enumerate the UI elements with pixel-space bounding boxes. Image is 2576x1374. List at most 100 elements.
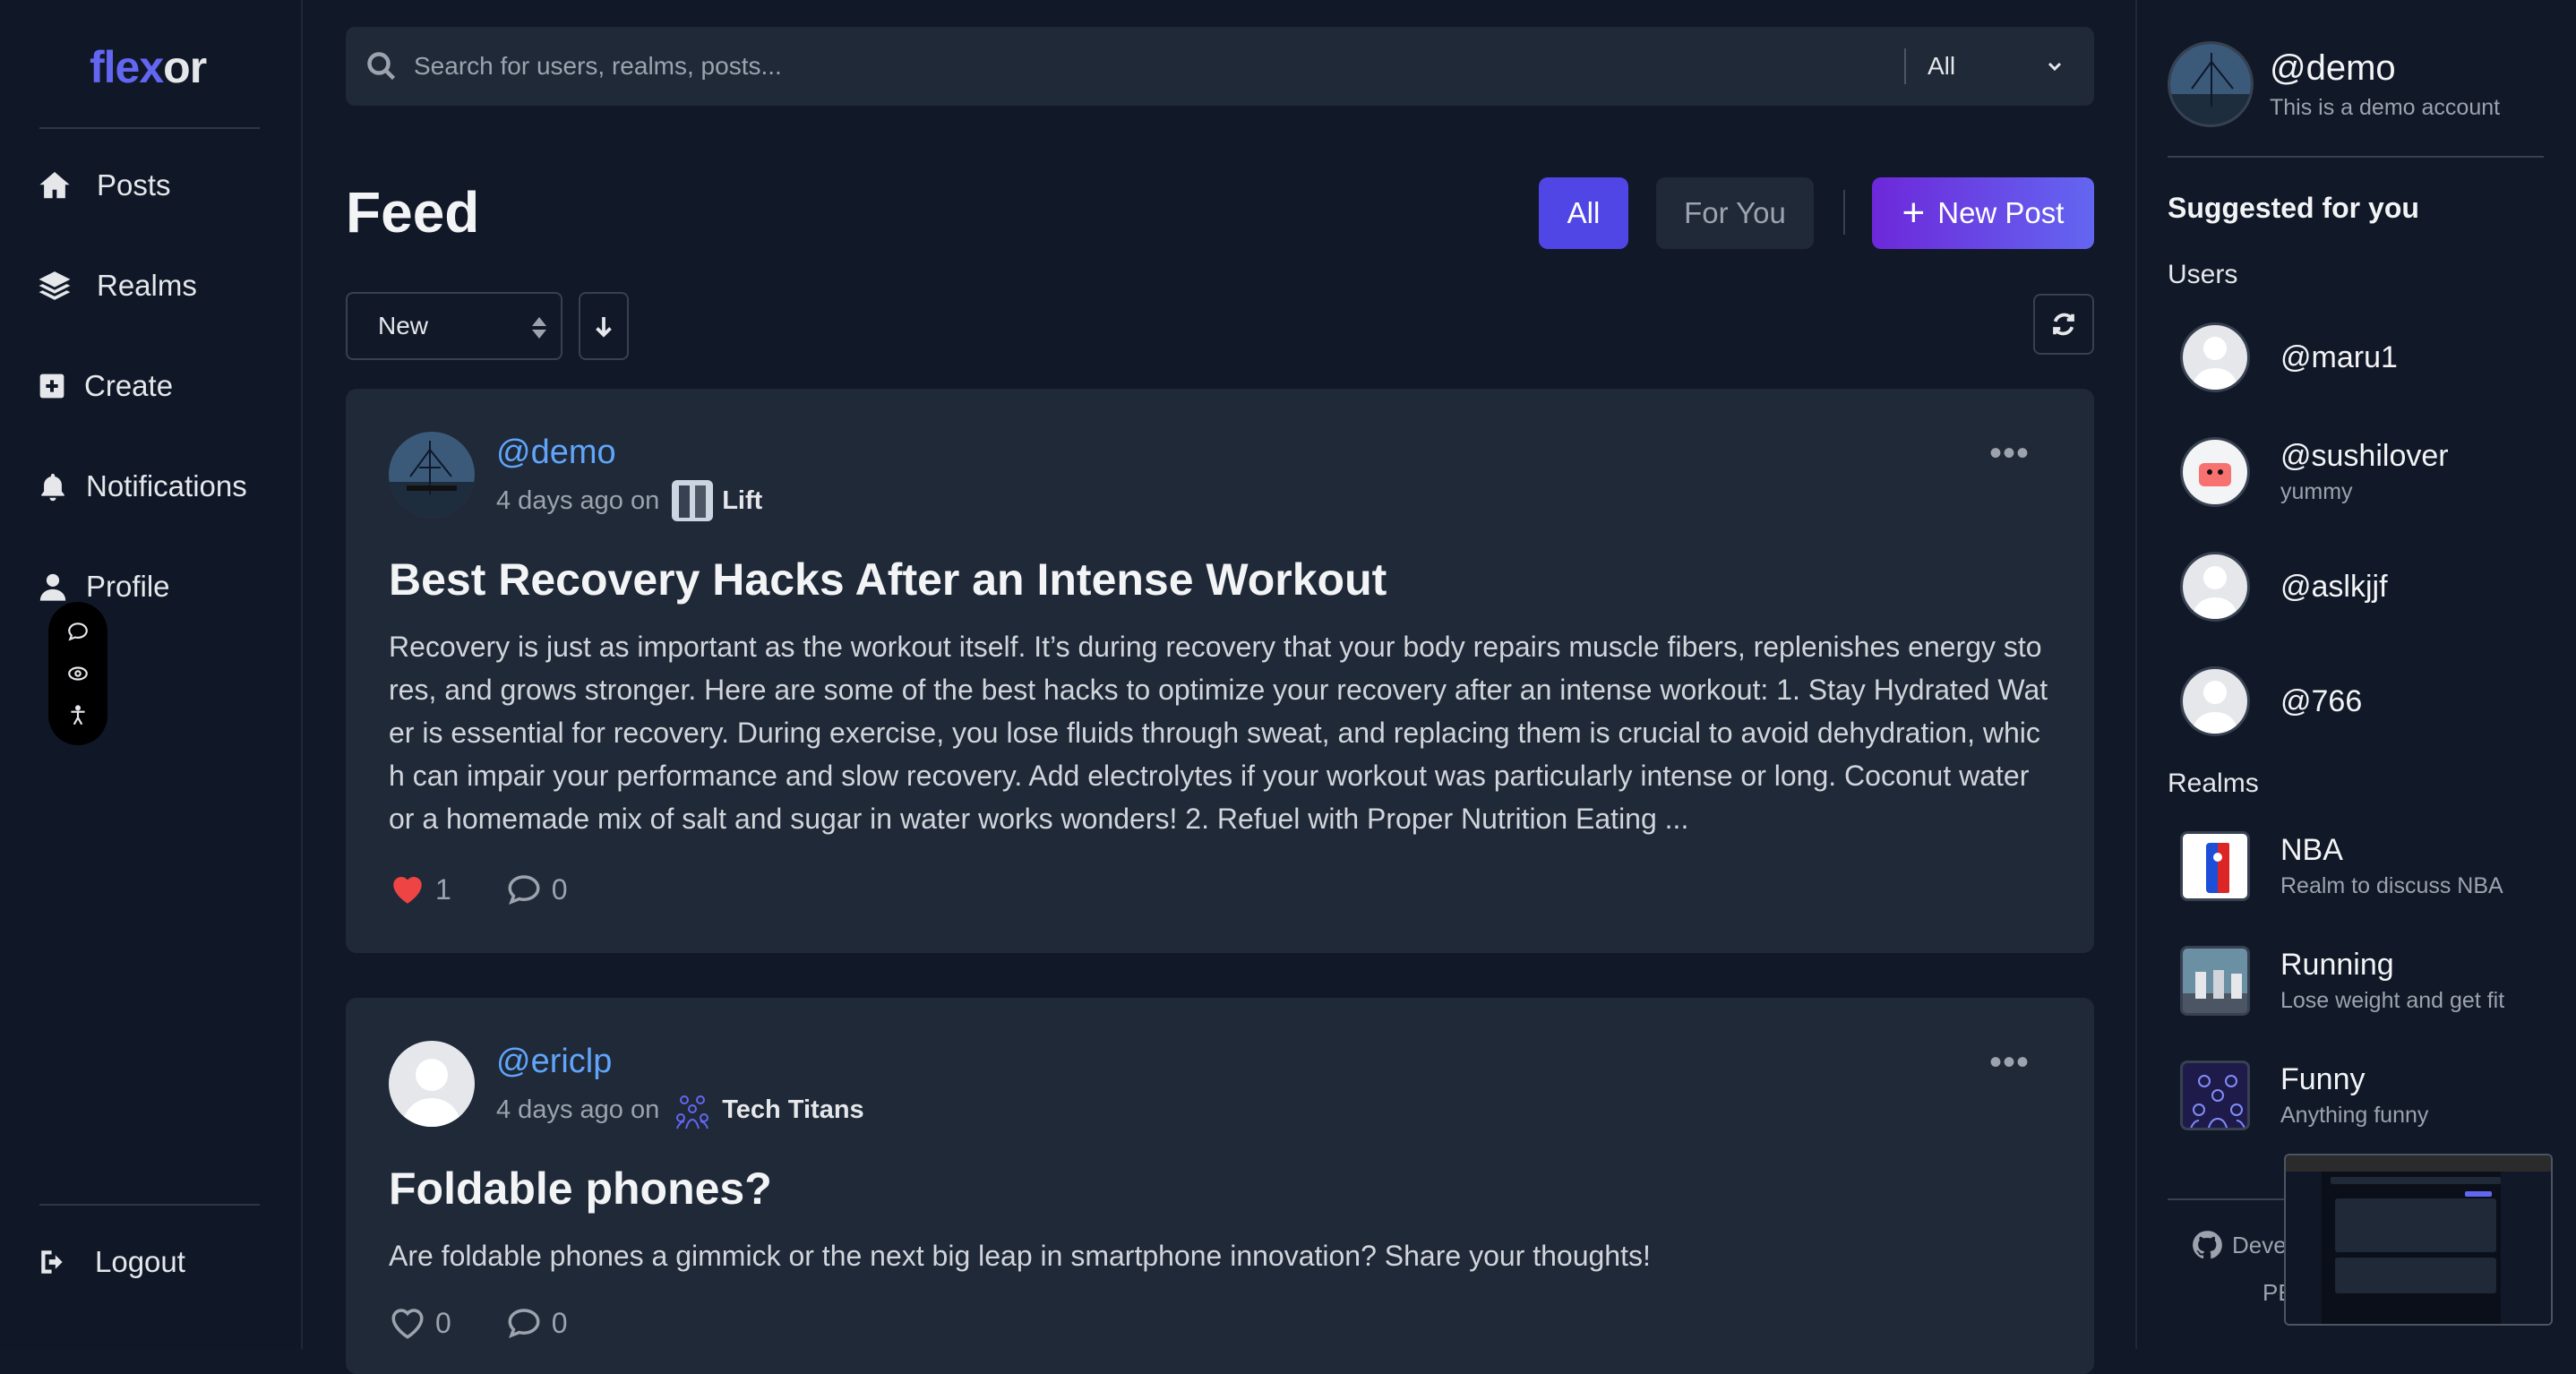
suggested-user[interactable]: @aslkjjf	[2180, 552, 2388, 622]
post-title[interactable]: Best Recovery Hacks After an Intense Wor…	[389, 554, 1387, 605]
sort-select[interactable]: New	[346, 292, 562, 360]
avatar	[2180, 322, 2250, 392]
suggested-user[interactable]: @maru1	[2180, 322, 2398, 392]
user-name: @sushilover	[2280, 439, 2449, 473]
users-heading: Users	[2168, 260, 2238, 289]
home-icon	[39, 171, 70, 199]
suggested-realm[interactable]: Funny Anything funny	[2180, 1061, 2428, 1130]
avatar[interactable]	[389, 432, 475, 518]
post-actions: 1 0	[389, 871, 568, 908]
like-count: 0	[435, 1306, 451, 1339]
logo-part-1: flex	[90, 42, 164, 92]
realm-name: Tech Titans	[722, 1095, 864, 1124]
post-time: 4 days ago on	[496, 1095, 660, 1124]
filter-for-you-button[interactable]: For You	[1656, 177, 1814, 249]
nav-item-realms[interactable]: Realms	[38, 269, 197, 303]
divider	[2168, 156, 2544, 158]
realm-description: Anything funny	[2280, 1103, 2429, 1128]
avatar	[2180, 552, 2250, 622]
sort-direction-button[interactable]	[579, 292, 629, 360]
post-realm[interactable]: Tech Titans	[672, 1089, 864, 1130]
post-body: Recovery is just as important as the wor…	[389, 631, 2048, 835]
avatar[interactable]	[389, 1041, 475, 1127]
profile-avatar[interactable]	[2168, 41, 2254, 127]
app-logo[interactable]: flexor	[90, 41, 207, 93]
post-actions: 0 0	[389, 1304, 568, 1342]
suggested-user[interactable]: @766	[2180, 666, 2362, 736]
logout-icon	[41, 1250, 63, 1274]
realm-avatar	[2180, 1061, 2250, 1130]
comment-icon[interactable]	[505, 871, 543, 908]
comment-icon[interactable]	[505, 1304, 543, 1342]
nav-label: Posts	[97, 168, 171, 202]
user-bio: yummy	[2280, 479, 2353, 504]
post-realm[interactable]: Lift	[672, 480, 762, 521]
plus-icon: +	[1902, 191, 1926, 235]
comment-count: 0	[551, 1306, 568, 1339]
left-sidebar: flexor Posts Realms Create Notifications…	[0, 0, 303, 1349]
user-icon	[39, 573, 66, 601]
new-post-button[interactable]: + New Post	[1872, 177, 2094, 249]
chat-bubble-icon[interactable]	[66, 620, 90, 643]
eye-icon[interactable]	[66, 662, 90, 685]
nav-label: Notifications	[86, 469, 247, 502]
nav-label: Create	[84, 369, 174, 402]
arrow-down-icon	[596, 317, 612, 338]
nav-label: Realms	[97, 269, 197, 302]
logo-part-2: or	[163, 42, 207, 92]
filter-all-button[interactable]: All	[1539, 177, 1628, 249]
post-username[interactable]: @ericlp	[496, 1043, 612, 1081]
post-card[interactable]: @ericlp 4 days ago on Tech Titans ••• Fo…	[346, 998, 2094, 1374]
logout-button[interactable]: Logout	[38, 1245, 185, 1279]
post-card[interactable]: @demo 4 days ago on Lift ••• Best Recove…	[346, 389, 2094, 953]
screenshot-thumbnail[interactable]	[2284, 1154, 2553, 1326]
like-count: 1	[435, 872, 451, 906]
suggested-realm[interactable]: NBA Realm to discuss NBA	[2180, 831, 2503, 901]
accessibility-icon[interactable]	[66, 704, 90, 727]
user-name: @766	[2280, 683, 2363, 718]
refresh-button[interactable]	[2033, 294, 2094, 355]
default-avatar-icon	[401, 1059, 462, 1127]
realm-description: Realm to discuss NBA	[2280, 873, 2503, 898]
footer-link[interactable]: Deve	[2232, 1232, 2287, 1259]
realm-avatar	[2180, 831, 2250, 901]
realm-name: NBA	[2280, 833, 2343, 867]
profile-username[interactable]: @demo	[2270, 48, 2396, 89]
search-input[interactable]: Search for users, realms, posts...	[414, 52, 1904, 81]
realm-name: Running	[2280, 948, 2394, 982]
right-sidebar: @demo This is a demo account Suggested f…	[2135, 0, 2576, 1349]
suggested-user[interactable]: @sushilover yummy	[2180, 437, 2449, 507]
post-meta: 4 days ago on Tech Titans	[496, 1089, 864, 1130]
post-title[interactable]: Foldable phones?	[389, 1163, 772, 1215]
avatar	[2180, 437, 2250, 507]
realm-icon	[672, 480, 714, 521]
user-name: @maru1	[2280, 339, 2398, 374]
suggested-realm[interactable]: Running Lose weight and get fit	[2180, 946, 2504, 1016]
avatar	[2180, 666, 2250, 736]
comment-count: 0	[551, 872, 568, 906]
post-username[interactable]: @demo	[496, 434, 616, 472]
realm-name: Lift	[722, 485, 763, 515]
nav-item-posts[interactable]: Posts	[38, 168, 171, 202]
bell-icon	[41, 473, 64, 502]
realm-name: Funny	[2280, 1062, 2366, 1096]
realms-heading: Realms	[2168, 769, 2259, 798]
nav-item-profile[interactable]: Profile	[38, 570, 170, 604]
search-icon	[367, 52, 396, 81]
search-scope-select[interactable]: All	[1928, 52, 2044, 81]
realm-icon	[672, 1089, 713, 1130]
chevron-down-icon[interactable]	[2044, 56, 2065, 77]
plus-square-icon	[39, 374, 64, 399]
more-options-icon[interactable]: •••	[1989, 435, 2030, 471]
profile-bio: This is a demo account	[2270, 95, 2501, 120]
heart-filled-icon[interactable]	[389, 871, 426, 908]
search-bar[interactable]: Search for users, realms, posts... All	[346, 27, 2094, 106]
nav-item-notifications[interactable]: Notifications	[38, 469, 247, 503]
heart-outline-icon[interactable]	[389, 1304, 426, 1342]
nav-item-create[interactable]: Create	[38, 369, 173, 403]
page-title: Feed	[346, 180, 480, 245]
new-post-label: New Post	[1937, 196, 2065, 229]
more-options-icon[interactable]: •••	[1989, 1044, 2030, 1080]
floating-toolbar	[48, 602, 107, 745]
github-link[interactable]: Deve	[2191, 1229, 2287, 1261]
